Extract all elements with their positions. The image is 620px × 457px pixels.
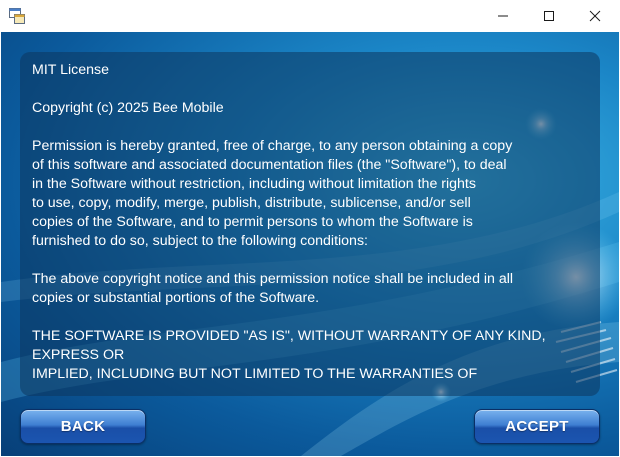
minimize-button[interactable] — [480, 0, 526, 32]
maximize-button[interactable] — [526, 0, 572, 32]
title-bar[interactable] — [0, 0, 620, 32]
license-text-panel[interactable]: MIT License Copyright (c) 2025 Bee Mobil… — [20, 52, 600, 396]
accept-button[interactable]: ACCEPT — [474, 409, 600, 444]
back-button[interactable]: BACK — [20, 409, 146, 444]
license-window: MIT License Copyright (c) 2025 Bee Mobil… — [0, 0, 620, 457]
maximize-icon — [544, 11, 554, 21]
close-icon — [589, 10, 601, 22]
license-text: MIT License Copyright (c) 2025 Bee Mobil… — [32, 62, 546, 382]
window-content: MIT License Copyright (c) 2025 Bee Mobil… — [1, 32, 619, 456]
close-button[interactable] — [572, 0, 618, 32]
app-window-icon — [9, 8, 25, 24]
minimize-icon — [498, 15, 508, 17]
